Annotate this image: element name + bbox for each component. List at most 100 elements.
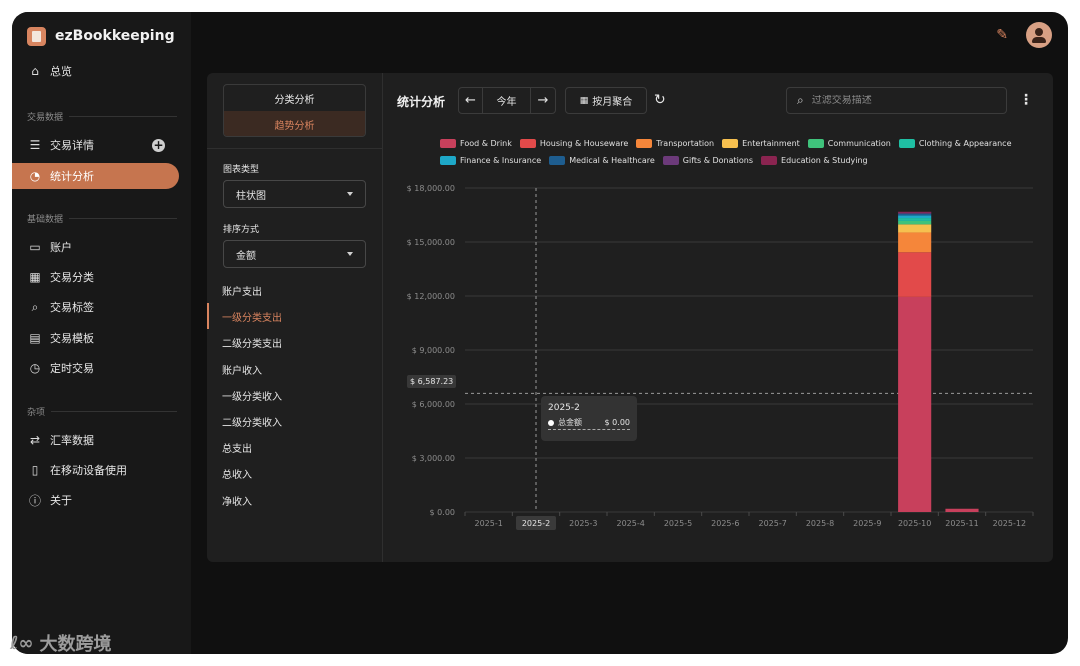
sidebar-item-label: 交易模板	[50, 332, 94, 345]
statistics-card: 分类分析 趋势分析 图表类型 柱状图 排序方式 金额 账户支出 一级分类支出 二级分…	[207, 73, 1053, 562]
bar-segment[interactable]	[898, 232, 932, 253]
bar-segment[interactable]	[898, 213, 932, 216]
list-icon: ☰	[29, 138, 41, 152]
chart-tooltip: 2025-2 总金额 $ 0.00	[541, 396, 637, 441]
y-tick-label: $ 3,000.00	[412, 454, 455, 463]
sort-label: 排序方式	[223, 225, 260, 235]
template-icon: ▤	[29, 331, 41, 345]
section-transaction-data: 交易数据	[27, 110, 177, 123]
x-tick-label: 2025-11	[945, 519, 978, 528]
sidebar-item-label: 定时交易	[50, 362, 94, 375]
x-tick-label: 2025-8	[806, 519, 834, 528]
chevron-down-icon	[347, 192, 353, 196]
y-tick-label: $ 15,000.00	[407, 238, 455, 247]
app-name: ezBookkeeping	[55, 28, 175, 44]
analysis-item[interactable]: 二级分类支出	[207, 329, 383, 355]
watermark: ℓ∞ 大数跨境	[10, 630, 111, 656]
mobile-icon: ▯	[31, 463, 39, 477]
divider	[207, 148, 383, 149]
add-transaction-icon[interactable]: +	[152, 139, 165, 152]
sidebar-item-label: 交易分类	[50, 271, 94, 284]
sidebar-item-mobile[interactable]: ▯ 在移动设备使用	[12, 457, 179, 483]
app-window: ezBookkeeping 交易数据 基础数据 杂项 ⌂ 总览 ☰ 交易详情 + ◔ 统计分…	[12, 12, 1068, 654]
chart-panel: 统计分析 ← 今年 → ▦ 按月聚合 ↻ ⌕ ⋮ Food & DrinkHou…	[383, 73, 1053, 562]
watermark-logo-icon: ℓ∞	[10, 632, 34, 654]
sort-select[interactable]: 金额	[223, 240, 366, 268]
sidebar-item-label: 账户	[50, 241, 72, 254]
analysis-item[interactable]: 账户收入	[207, 356, 383, 382]
analysis-item[interactable]: 一级分类支出	[207, 303, 383, 329]
x-tick-label: 2025-5	[664, 519, 692, 528]
x-tick-label: 2025-3	[569, 519, 597, 528]
x-tick-label: 2025-12	[993, 519, 1026, 528]
analysis-item[interactable]: 一级分类收入	[207, 382, 383, 408]
tooltip-value: $ 0.00	[604, 418, 630, 427]
y-tick-label: $ 9,000.00	[412, 346, 455, 355]
crosshair-value-label: $ 6,587.23	[407, 375, 457, 388]
bar-segment[interactable]	[898, 224, 932, 233]
section-misc: 杂项	[27, 405, 177, 418]
bar-segment[interactable]	[898, 211, 932, 213]
user-avatar[interactable]	[1026, 22, 1052, 48]
chart-type-select[interactable]: 柱状图	[223, 180, 366, 208]
x-tick-label: 2025-7	[758, 519, 786, 528]
analysis-item[interactable]: 净收入	[207, 487, 383, 513]
analysis-options-panel: 分类分析 趋势分析 图表类型 柱状图 排序方式 金额 账户支出 一级分类支出 二级分…	[207, 73, 383, 562]
bar-segment[interactable]	[898, 215, 932, 219]
home-icon: ⌂	[31, 64, 39, 78]
sidebar-item-home[interactable]: ⌂ 总览	[12, 58, 179, 84]
chevron-down-icon	[347, 252, 353, 256]
x-tick-label: 2025-6	[711, 519, 739, 528]
analysis-item[interactable]: 二级分类收入	[207, 408, 383, 434]
topbar-icons: ✎	[996, 22, 1052, 48]
analysis-item[interactable]: 总收入	[207, 460, 383, 486]
tab-trend-analysis[interactable]: 趋势分析	[224, 111, 365, 136]
bar-segment[interactable]	[898, 218, 932, 221]
y-tick-label: $ 0.00	[430, 508, 455, 517]
watermark-text: 大数跨境	[39, 634, 112, 655]
sidebar-item-label: 总览	[50, 65, 72, 78]
x-tick-label: 2025-10	[898, 519, 931, 528]
bar-segment[interactable]	[898, 220, 932, 225]
chart-type-value: 柱状图	[236, 190, 266, 202]
sidebar-item-label: 关于	[50, 494, 72, 507]
sidebar-item-exchange[interactable]: ⇄ 汇率数据	[12, 427, 179, 453]
sidebar-item-pie-chart[interactable]: ◔ 统计分析	[12, 163, 179, 189]
tooltip-label: 总金额	[558, 418, 582, 427]
sidebar-item-info[interactable]: ⓘ 关于	[12, 487, 179, 513]
y-tick-label: $ 12,000.00	[407, 292, 455, 301]
pie-chart-icon: ◔	[29, 169, 41, 183]
exchange-icon: ⇄	[29, 433, 41, 447]
bar-segment[interactable]	[945, 508, 979, 512]
sidebar: ezBookkeeping 交易数据 基础数据 杂项 ⌂ 总览 ☰ 交易详情 + ◔ 统计分…	[12, 12, 191, 654]
theme-tool-icon[interactable]: ✎	[996, 27, 1008, 43]
sort-value: 金额	[236, 250, 256, 262]
sidebar-item-list[interactable]: ☰ 交易详情 +	[12, 132, 179, 158]
sidebar-item-category[interactable]: ▦ 交易分类	[12, 264, 179, 290]
tag-icon: ⌕	[31, 299, 39, 314]
sidebar-item-template[interactable]: ▤ 交易模板	[12, 325, 179, 351]
analysis-item[interactable]: 账户支出	[207, 277, 383, 303]
info-icon: ⓘ	[28, 493, 41, 508]
schedule-icon: ◷	[29, 361, 41, 375]
tooltip-dot-icon	[548, 419, 554, 426]
sidebar-item-schedule[interactable]: ◷ 定时交易	[12, 355, 179, 381]
y-tick-label: $ 6,000.00	[412, 400, 455, 409]
x-tick-label: 2025-4	[616, 519, 644, 528]
bar-segment[interactable]	[898, 296, 932, 512]
brand[interactable]: ezBookkeeping	[27, 26, 175, 46]
chart-type-label: 图表类型	[223, 165, 260, 175]
analysis-item[interactable]: 总支出	[207, 434, 383, 460]
sidebar-item-label: 统计分析	[50, 170, 94, 183]
sidebar-item-label: 交易详情	[50, 139, 94, 152]
x-tick-label: 2025-9	[853, 519, 881, 528]
sidebar-item-label: 交易标签	[50, 301, 94, 314]
x-tick-label: 2025-2	[522, 519, 550, 528]
sidebar-item-tag[interactable]: ⌕ 交易标签	[12, 294, 179, 320]
sidebar-item-label: 在移动设备使用	[50, 464, 127, 477]
sidebar-item-card[interactable]: ▭ 账户	[12, 234, 179, 260]
bar-segment[interactable]	[898, 252, 932, 297]
section-basic-data: 基础数据	[27, 212, 177, 225]
trend-bar-chart: $ 0.00 $ 3,000.00 $ 6,000.00 $ 9,000.00 $ 12…	[407, 184, 1034, 530]
tab-category-analysis[interactable]: 分类分析	[224, 85, 365, 111]
